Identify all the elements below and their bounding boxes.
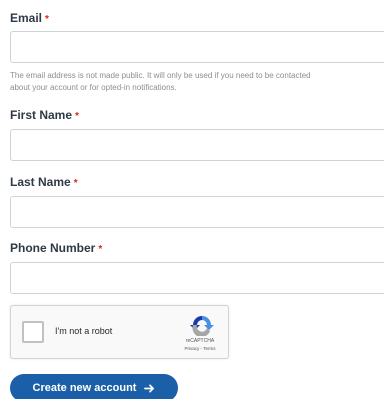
phone-number-label-text: Phone Number (10, 241, 96, 255)
recaptcha-brand: reCAPTCHA (185, 338, 215, 344)
recaptcha-label: I'm not a robot (55, 326, 113, 336)
first-name-required-mark: * (75, 111, 79, 122)
arrow-right-icon (144, 383, 155, 393)
first-name-input[interactable] (10, 129, 384, 161)
last-name-label: Last Name * (10, 175, 78, 189)
recaptcha-links[interactable]: Privacy - Terms (180, 346, 220, 351)
last-name-label-text: Last Name (10, 175, 71, 189)
email-help-line-2: about your account or for opted-in notif… (10, 83, 177, 92)
email-label-text: Email (10, 11, 43, 25)
create-account-button[interactable]: Create new account (10, 374, 178, 399)
phone-number-label: Phone Number * (10, 241, 102, 255)
last-name-required-mark: * (73, 178, 78, 189)
first-name-label: First Name * (10, 108, 79, 122)
email-required-mark: * (45, 14, 49, 25)
last-name-input[interactable] (10, 196, 384, 228)
registration-form: Email * The email address is not made pub… (0, 0, 384, 399)
email-help-text: The email address is not made public. It… (10, 70, 382, 94)
email-help-line-1: The email address is not made public. It… (10, 71, 311, 80)
recaptcha-widget: I'm not a robot reCAPTCHA Privacy - Term… (10, 305, 229, 359)
first-name-label-text: First Name (10, 108, 73, 122)
recaptcha-logo-icon (190, 316, 214, 336)
phone-number-input[interactable] (10, 262, 384, 294)
recaptcha-checkbox[interactable] (22, 321, 44, 343)
email-input[interactable] (10, 31, 384, 63)
phone-number-required-mark: * (98, 244, 103, 255)
create-account-button-label: Create new account (32, 382, 137, 394)
email-label: Email * (10, 11, 49, 25)
